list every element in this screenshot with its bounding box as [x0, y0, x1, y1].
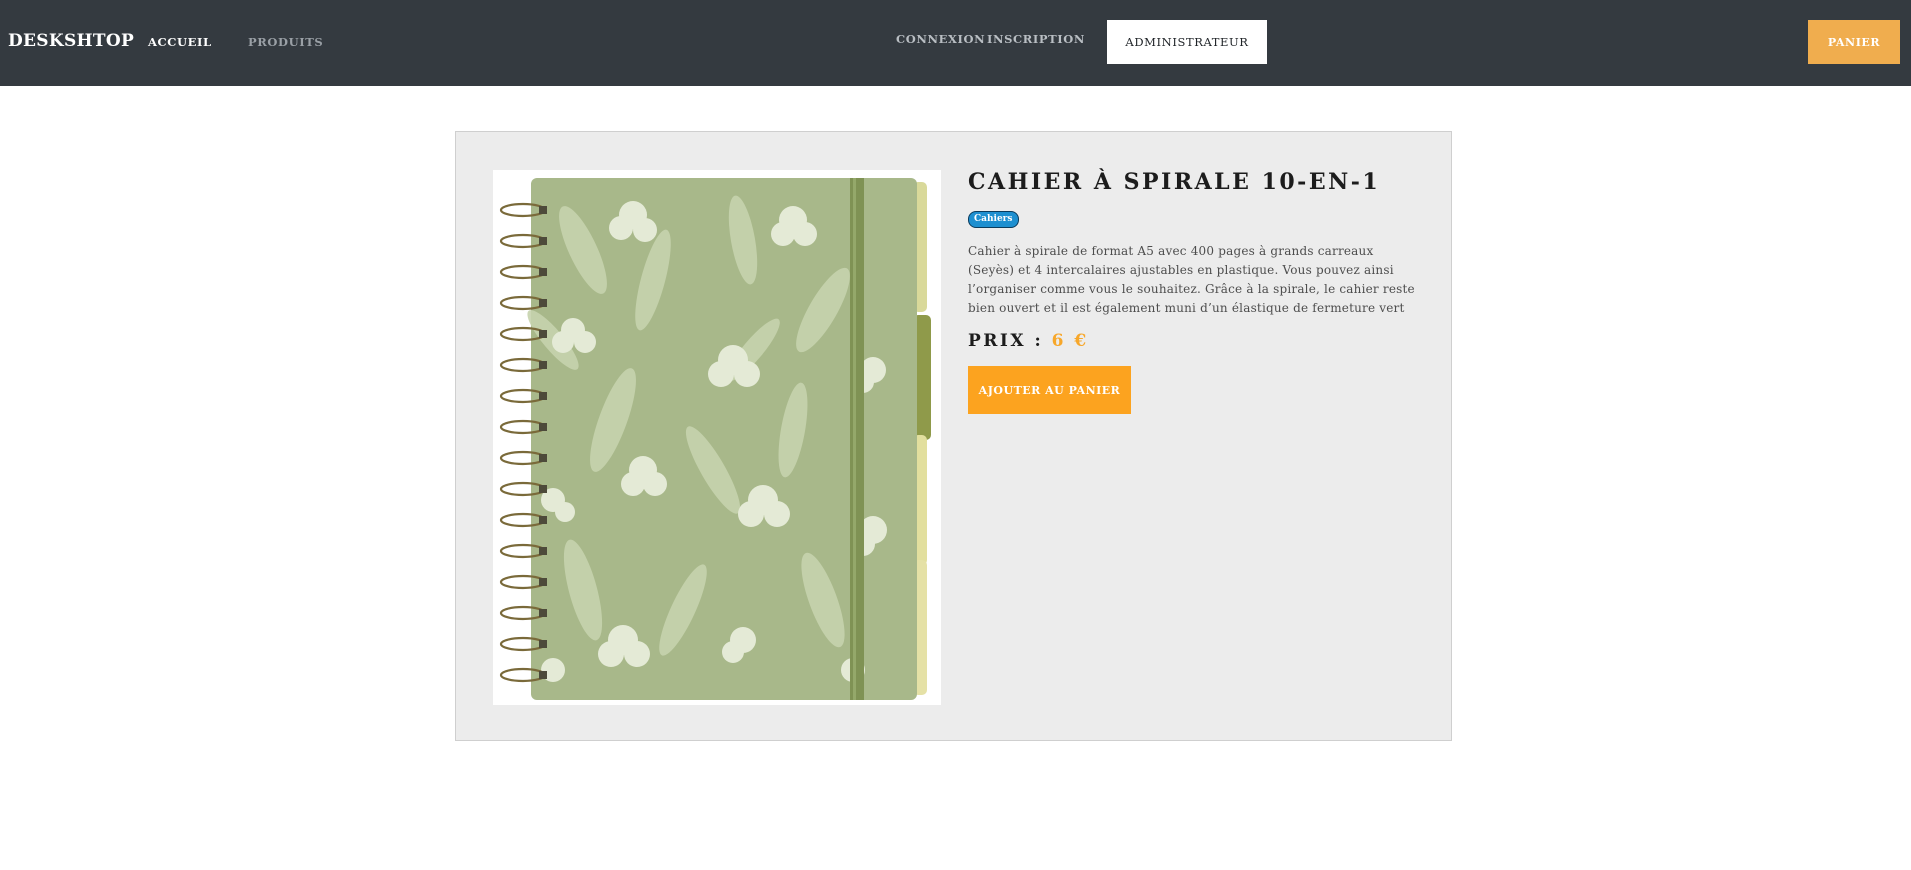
- spiral-notebook-image: [493, 170, 941, 705]
- add-to-cart-button[interactable]: AJOUTER AU PANIER: [968, 366, 1131, 414]
- price-value: 6 €: [1051, 331, 1089, 351]
- product-description: Cahier à spirale de format A5 avec 400 p…: [968, 244, 1415, 315]
- nav-produits-link[interactable]: PRODUITS: [248, 35, 323, 49]
- nav-accueil-link[interactable]: ACCUEIL: [148, 35, 212, 49]
- top-navbar: DESKSHTOP ACCUEIL PRODUITS CONNEXION INS…: [0, 0, 1911, 86]
- product-title: CAHIER À SPIRALE 10-EN-1: [968, 169, 1381, 195]
- cart-button[interactable]: PANIER: [1808, 20, 1900, 64]
- price-label: PRIX :: [968, 331, 1044, 351]
- brand-logo[interactable]: DESKSHTOP: [8, 31, 134, 51]
- category-badge[interactable]: Cahiers: [968, 211, 1019, 228]
- price-row: PRIX : 6 €: [968, 331, 1089, 351]
- product-card: CAHIER À SPIRALE 10-EN-1 Cahiers Cahier …: [455, 131, 1452, 741]
- nav-inscription-link[interactable]: INSCRIPTION: [987, 32, 1085, 46]
- admin-button[interactable]: ADMINISTRATEUR: [1107, 20, 1267, 64]
- nav-connexion-link[interactable]: CONNEXION: [896, 32, 985, 46]
